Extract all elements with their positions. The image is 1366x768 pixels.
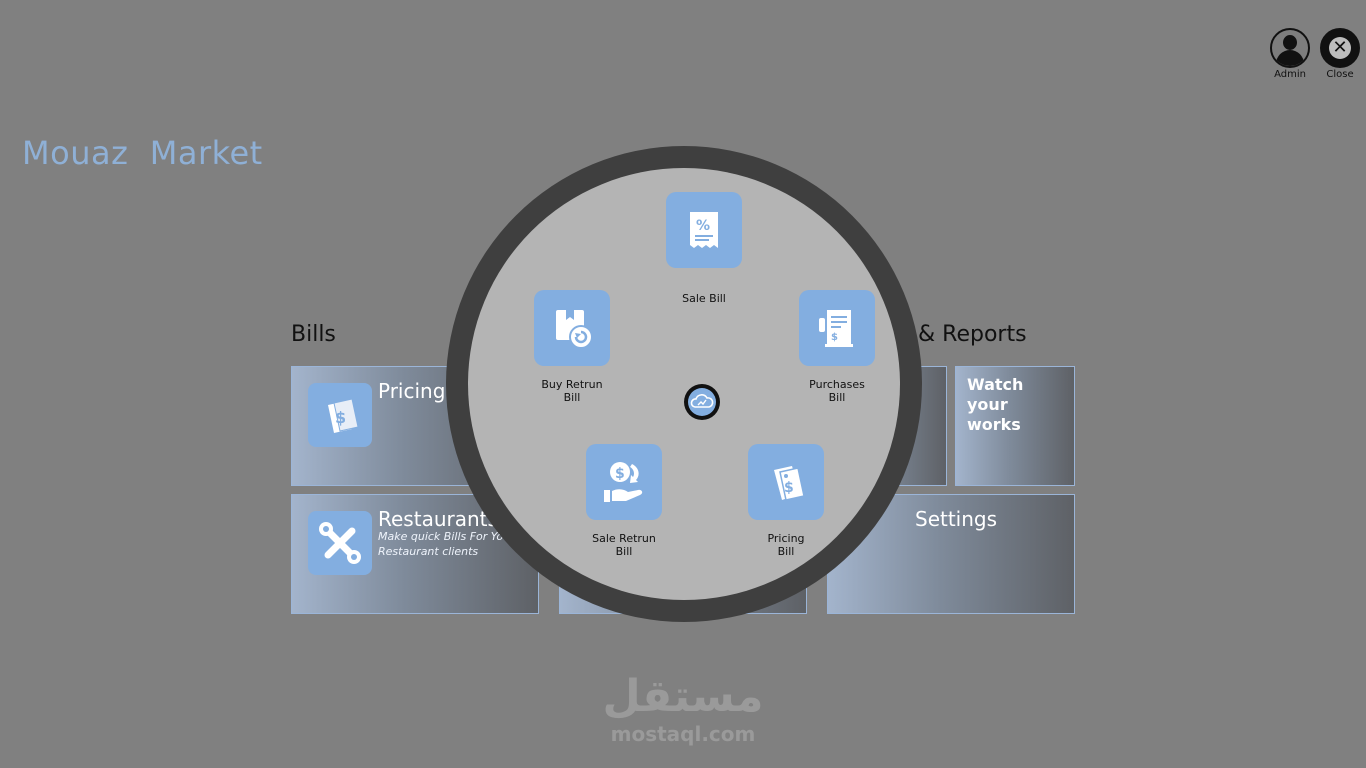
menu-item-purchases-bill-label: Purchases Bill bbox=[809, 378, 865, 404]
user-icon bbox=[1270, 28, 1310, 68]
tile-settings-label: Settings bbox=[915, 507, 998, 531]
app-window: { "app": { "title": "Mouaz Market" }, "t… bbox=[0, 0, 1366, 768]
svg-text:$: $ bbox=[335, 408, 346, 427]
svg-text:$: $ bbox=[784, 480, 794, 496]
receipt-percent-icon: % bbox=[666, 192, 742, 268]
tile-restaurant-label: Restaurants bbox=[378, 507, 498, 531]
close-button[interactable]: ✕ Close bbox=[1318, 28, 1362, 80]
admin-label: Admin bbox=[1274, 69, 1306, 80]
radial-menu-center-button[interactable] bbox=[684, 384, 720, 420]
menu-item-buy-return-bill-label: Buy Retrun Bill bbox=[541, 378, 603, 404]
section-title-reports: & Reports bbox=[918, 322, 1027, 347]
box-return-icon bbox=[534, 290, 610, 366]
cloud-chart-icon bbox=[688, 388, 716, 416]
hand-money-return-icon: $ bbox=[586, 444, 662, 520]
radial-menu: % Sale Bill Buy Retrun Bill $ Purchases … bbox=[446, 146, 922, 622]
svg-text:$: $ bbox=[615, 466, 625, 482]
radial-menu-face: % Sale Bill Buy Retrun Bill $ Purchases … bbox=[468, 168, 900, 600]
section-title-bills: Bills bbox=[291, 322, 336, 347]
tile-restaurant-subtitle: Make quick Bills For Your Restaurant cli… bbox=[378, 530, 515, 558]
menu-item-sale-return-bill-label: Sale Retrun Bill bbox=[592, 532, 656, 558]
svg-text:%: % bbox=[696, 218, 710, 234]
app-title: Mouaz Market bbox=[22, 134, 263, 172]
watermark-arabic: مستقل bbox=[602, 671, 764, 722]
tile-watch-works[interactable]: Watch your works bbox=[955, 366, 1075, 486]
menu-item-pricing-bill-label: Pricing Bill bbox=[767, 532, 805, 558]
price-tag-icon: $ bbox=[748, 444, 824, 520]
close-icon: ✕ bbox=[1320, 28, 1360, 68]
close-label: Close bbox=[1326, 69, 1354, 80]
menu-item-sale-return-bill[interactable]: $ Sale Retrun Bill bbox=[564, 444, 684, 558]
admin-button[interactable]: Admin bbox=[1268, 28, 1312, 80]
purchase-document-icon: $ bbox=[799, 290, 875, 366]
menu-item-sale-bill[interactable]: % Sale Bill bbox=[644, 192, 764, 305]
menu-item-pricing-bill[interactable]: $ Pricing Bill bbox=[726, 444, 846, 558]
menu-item-sale-bill-label: Sale Bill bbox=[682, 292, 726, 305]
watermark-latin: mostaql.com bbox=[610, 722, 756, 746]
menu-item-buy-return-bill[interactable]: Buy Retrun Bill bbox=[512, 290, 632, 404]
tile-watch-label: Watch your works bbox=[967, 375, 1024, 434]
tile-pricing-label: Pricing bbox=[378, 379, 446, 403]
watermark: مستقل mostaql.com bbox=[596, 671, 770, 747]
svg-text:$: $ bbox=[831, 332, 838, 343]
tools-icon bbox=[308, 511, 372, 575]
menu-item-purchases-bill[interactable]: $ Purchases Bill bbox=[777, 290, 897, 404]
price-tag-icon: $ bbox=[308, 383, 372, 447]
